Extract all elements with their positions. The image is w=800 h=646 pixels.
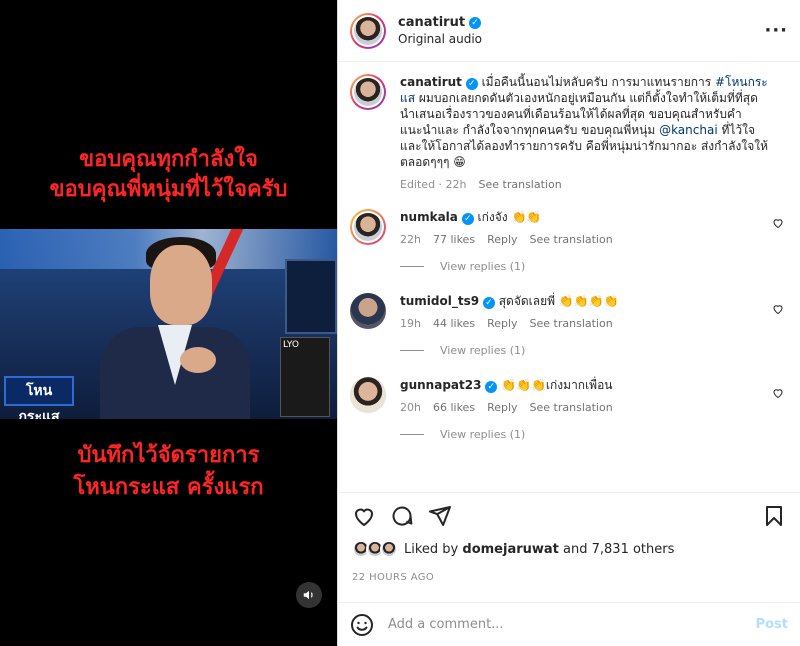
comment-likes[interactable]: 66 likes bbox=[433, 401, 475, 414]
comment-bubble-icon[interactable] bbox=[390, 504, 414, 528]
comment-reply-button[interactable]: Reply bbox=[487, 317, 517, 330]
caption-username[interactable]: canatirut bbox=[400, 75, 462, 89]
comment-text: เก่งจัง 👏👏 bbox=[477, 210, 542, 224]
post-header: canatirut ✓ Original audio ··· bbox=[338, 0, 800, 62]
caption-top-line-2: ขอบคุณพี่หนุ่มที่ไว้ใจครับ bbox=[49, 177, 288, 202]
likes-summary[interactable]: Liked by domejaruwat and 7,831 others bbox=[352, 540, 786, 558]
show-logo-text: โหน กระแส bbox=[18, 383, 60, 419]
liker-username[interactable]: domejaruwat bbox=[462, 542, 559, 557]
view-replies-text[interactable]: View replies (1) bbox=[440, 344, 525, 357]
comment-reply-button[interactable]: Reply bbox=[487, 233, 517, 246]
comment-see-translation[interactable]: See translation bbox=[530, 233, 613, 246]
post-timestamp[interactable]: 22 HOURS AGO bbox=[352, 572, 434, 583]
caption-top-line-1: ขอบคุณทุกกำลังใจ bbox=[79, 147, 258, 172]
comment-time: 22h bbox=[400, 233, 421, 246]
comment-username[interactable]: tumidol_ts9 bbox=[400, 294, 479, 308]
host-hand bbox=[180, 347, 216, 373]
author-avatar[interactable] bbox=[350, 12, 386, 49]
comment-text: 👏👏👏เก่งมากเพื่อน bbox=[501, 378, 613, 392]
show-logo: โหน กระแส bbox=[4, 376, 74, 419]
view-replies-button[interactable]: View replies (1) bbox=[400, 260, 788, 273]
comment-item: numkala ✓ เก่งจัง 👏👏 22h 77 likes Reply … bbox=[350, 191, 788, 246]
commenter-avatar[interactable] bbox=[350, 377, 386, 413]
like-comment-icon[interactable] bbox=[772, 387, 784, 399]
caption-bottom-line-2: โหนกระแส ครั้งแรก bbox=[73, 475, 264, 500]
audio-toggle-button[interactable] bbox=[296, 582, 322, 608]
author-username-text[interactable]: canatirut bbox=[398, 15, 465, 30]
post-comment-button[interactable]: Post bbox=[756, 617, 788, 632]
comment-username[interactable]: gunnapat23 bbox=[400, 378, 481, 392]
like-heart-icon[interactable] bbox=[352, 504, 376, 528]
caption-see-translation[interactable]: See translation bbox=[479, 178, 562, 191]
video-frame: LYO โหน กระแส bbox=[0, 229, 337, 419]
likes-prefix: Liked by bbox=[404, 541, 459, 557]
caption-author-avatar[interactable] bbox=[350, 74, 386, 110]
comment-text: สุดจัดเลยพี่ 👏👏👏👏 bbox=[498, 294, 619, 308]
liker-avatar bbox=[380, 540, 398, 558]
like-comment-icon[interactable] bbox=[772, 303, 784, 315]
comment-time: 20h bbox=[400, 401, 421, 414]
comment-likes[interactable]: 77 likes bbox=[433, 233, 475, 246]
comment-username[interactable]: numkala bbox=[400, 210, 458, 224]
commenter-avatar[interactable] bbox=[350, 293, 386, 329]
sponsor-ad-text: LYO bbox=[283, 340, 299, 350]
verified-badge-icon: ✓ bbox=[485, 381, 498, 393]
commenter-avatar[interactable] bbox=[350, 209, 386, 245]
speaker-icon bbox=[303, 590, 313, 600]
like-comment-icon[interactable] bbox=[772, 217, 784, 229]
host-head bbox=[150, 245, 212, 325]
comment-see-translation[interactable]: See translation bbox=[530, 401, 613, 414]
post-caption: canatirut ✓ เมื่อคืนนี้นอนไม่หลับครับ กา… bbox=[350, 62, 788, 191]
comment-time: 19h bbox=[400, 317, 421, 330]
view-replies-button[interactable]: View replies (1) bbox=[400, 428, 788, 441]
studio-screen bbox=[285, 259, 337, 334]
caption-edited-time: Edited · 22h bbox=[400, 178, 467, 191]
view-replies-text[interactable]: View replies (1) bbox=[440, 260, 525, 273]
mention-link[interactable]: @kanchai bbox=[659, 123, 718, 137]
comment-composer: Post bbox=[338, 602, 800, 646]
video-caption-top: ขอบคุณทุกกำลังใจ ขอบคุณพี่หนุ่มที่ไว้ใจค… bbox=[0, 145, 337, 205]
likes-suffix[interactable]: and 7,831 others bbox=[563, 542, 674, 557]
verified-badge-icon: ✓ bbox=[482, 297, 495, 309]
share-paper-plane-icon[interactable] bbox=[428, 504, 452, 528]
post-panel: canatirut ✓ Original audio ··· canatirut… bbox=[337, 0, 800, 646]
view-replies-text[interactable]: View replies (1) bbox=[440, 428, 525, 441]
comment-input[interactable] bbox=[388, 617, 756, 632]
emoji-icon[interactable] bbox=[350, 613, 374, 637]
liker-avatars bbox=[352, 540, 398, 558]
audio-label[interactable]: Original audio bbox=[398, 32, 764, 46]
save-bookmark-icon[interactable] bbox=[762, 504, 786, 528]
video-player[interactable]: ขอบคุณทุกกำลังใจ ขอบคุณพี่หนุ่มที่ไว้ใจค… bbox=[0, 0, 337, 646]
view-replies-button[interactable]: View replies (1) bbox=[400, 344, 788, 357]
comment-item: gunnapat23 ✓ 👏👏👏เก่งมากเพื่อน 20h 66 lik… bbox=[350, 361, 788, 414]
sponsor-ad: LYO bbox=[280, 337, 330, 417]
caption-bottom-line-1: บันทึกไว้จัดรายการ bbox=[77, 443, 260, 468]
comment-see-translation[interactable]: See translation bbox=[530, 317, 613, 330]
caption-part-1: เมื่อคืนนี้นอนไม่หลับครับ การมาแทนรายการ bbox=[481, 75, 715, 89]
verified-badge-icon: ✓ bbox=[469, 16, 482, 29]
comment-likes[interactable]: 44 likes bbox=[433, 317, 475, 330]
comment-item: tumidol_ts9 ✓ สุดจัดเลยพี่ 👏👏👏👏 19h 44 l… bbox=[350, 277, 788, 330]
verified-badge-icon: ✓ bbox=[465, 78, 478, 90]
post-actions-bar bbox=[338, 492, 800, 538]
comments-section[interactable]: canatirut ✓ เมื่อคืนนี้นอนไม่หลับครับ กา… bbox=[338, 62, 800, 492]
caption-text: canatirut ✓ เมื่อคืนนี้นอนไม่หลับครับ กา… bbox=[400, 74, 770, 170]
author-username[interactable]: canatirut ✓ bbox=[398, 15, 482, 30]
verified-badge-icon: ✓ bbox=[461, 213, 474, 225]
video-caption-bottom: บันทึกไว้จัดรายการ โหนกระแส ครั้งแรก bbox=[0, 440, 337, 504]
comment-reply-button[interactable]: Reply bbox=[487, 401, 517, 414]
more-options-icon[interactable]: ··· bbox=[764, 20, 788, 41]
